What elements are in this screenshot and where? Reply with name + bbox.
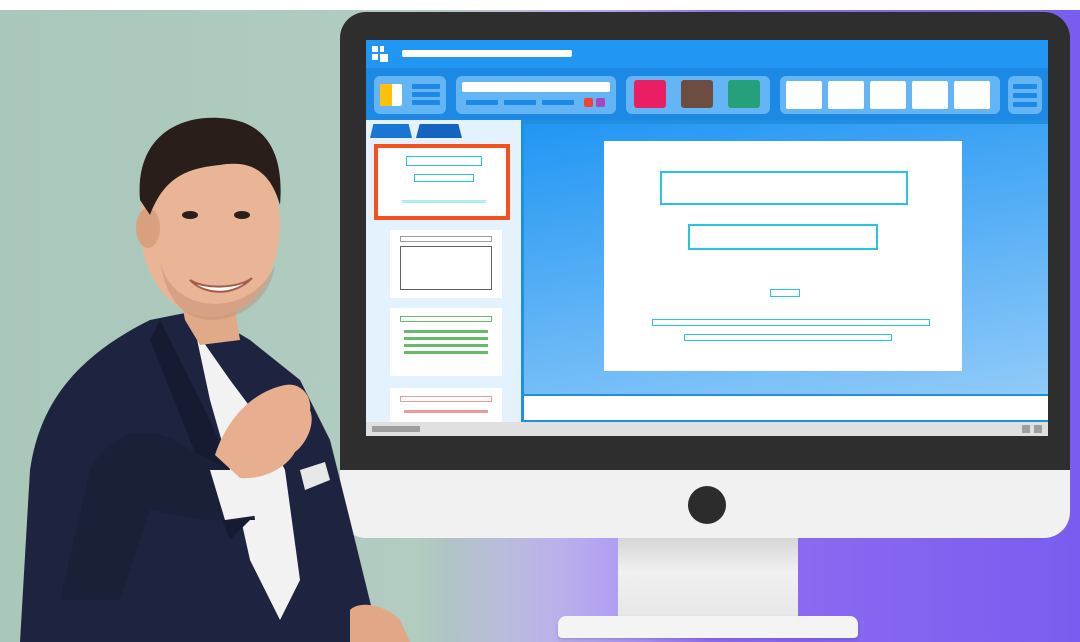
font-color-purple-button[interactable] bbox=[596, 98, 605, 107]
ribbon-group-font bbox=[456, 76, 616, 114]
text-line-placeholder-1[interactable] bbox=[652, 319, 930, 326]
bold-button[interactable] bbox=[466, 100, 498, 105]
color-swatch-brown[interactable] bbox=[681, 80, 713, 108]
subtitle-placeholder-box[interactable] bbox=[688, 224, 878, 250]
webcam-icon bbox=[688, 486, 726, 524]
layout-option-3[interactable] bbox=[870, 81, 906, 109]
current-slide-canvas[interactable] bbox=[604, 141, 962, 371]
ribbon-group-colors bbox=[626, 76, 770, 114]
monitor-stand-neck bbox=[618, 538, 798, 622]
layout-option-5[interactable] bbox=[954, 81, 990, 109]
text-line-placeholder-2[interactable] bbox=[684, 334, 892, 341]
color-swatch-pink[interactable] bbox=[634, 80, 666, 108]
speaker-notes-pane[interactable] bbox=[524, 396, 1048, 420]
layout-option-1[interactable] bbox=[786, 81, 822, 109]
monitor-stand-foot bbox=[558, 616, 858, 638]
layout-option-4[interactable] bbox=[912, 81, 948, 109]
presenter-figure bbox=[20, 117, 410, 642]
underline-button[interactable] bbox=[542, 100, 574, 105]
ribbon-group-layouts bbox=[780, 76, 1000, 114]
view-normal-button[interactable] bbox=[1022, 425, 1030, 433]
small-placeholder-box[interactable] bbox=[770, 289, 800, 297]
view-sorter-button[interactable] bbox=[1034, 425, 1042, 433]
layout-option-2[interactable] bbox=[828, 81, 864, 109]
title-placeholder-box[interactable] bbox=[660, 171, 908, 205]
font-name-field[interactable] bbox=[462, 82, 610, 92]
color-swatch-green[interactable] bbox=[728, 80, 760, 108]
font-color-red-button[interactable] bbox=[584, 98, 593, 107]
hamburger-menu-icon[interactable] bbox=[1008, 76, 1042, 114]
italic-button[interactable] bbox=[504, 100, 536, 105]
